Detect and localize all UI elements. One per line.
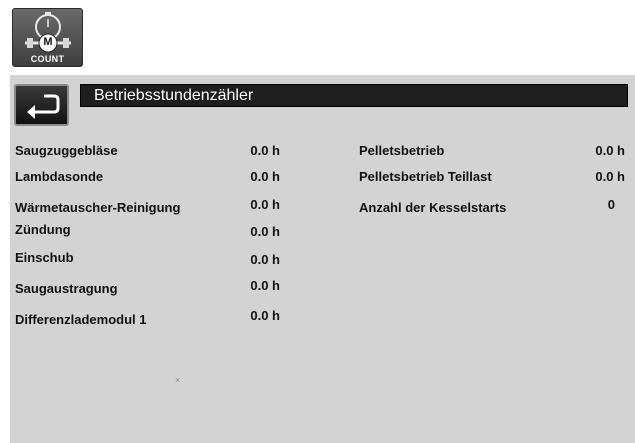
back-arrow-icon — [27, 94, 60, 119]
row-label-anzahl-kesselstarts: Anzahl der Kesselstarts — [359, 200, 507, 215]
row-value-einschub: 0.0 h — [250, 252, 280, 267]
stray-dot: × — [175, 375, 181, 385]
row-label-waermetauscher-reinigung: Wärmetauscher-Reinigung — [15, 200, 181, 215]
row-label-differenzlademodul-1: Differenzlademodul 1 — [15, 312, 147, 327]
row-value-pelletsbetrieb-teillast: 0.0 h — [595, 169, 625, 184]
row-label-zuendung: Zündung — [15, 222, 71, 237]
row-value-saugzuggeblaese: 0.0 h — [250, 143, 280, 158]
main-panel: Betriebsstundenzähler Saugzuggebläse 0.0… — [10, 75, 635, 443]
row-value-waermetauscher-reinigung: 0.0 h — [250, 197, 280, 212]
row-value-anzahl-kesselstarts: 0 — [607, 197, 615, 212]
page-title: Betriebsstundenzähler — [94, 87, 254, 104]
row-label-pelletsbetrieb: Pelletsbetrieb — [359, 143, 445, 158]
title-bar: Betriebsstundenzähler — [80, 84, 628, 107]
count-label: COUNT — [30, 54, 65, 64]
row-value-zuendung: 0.0 h — [250, 224, 280, 239]
row-label-einschub: Einschub — [15, 250, 74, 265]
row-label-saugzuggeblaese: Saugzuggebläse — [15, 143, 118, 158]
row-value-differenzlademodul-1: 0.0 h — [250, 308, 280, 323]
row-label-lambdasonde: Lambdasonde — [15, 169, 104, 184]
badge-letter: M — [43, 36, 53, 48]
count-app-icon[interactable]: M COUNT — [12, 8, 83, 67]
row-value-pelletsbetrieb: 0.0 h — [595, 143, 625, 158]
row-value-lambdasonde: 0.0 h — [250, 169, 280, 184]
row-label-saugaustragung: Saugaustragung — [15, 281, 118, 296]
back-button[interactable] — [14, 84, 69, 126]
row-label-pelletsbetrieb-teillast: Pelletsbetrieb Teillast — [359, 169, 492, 184]
row-value-saugaustragung: 0.0 h — [250, 278, 280, 293]
